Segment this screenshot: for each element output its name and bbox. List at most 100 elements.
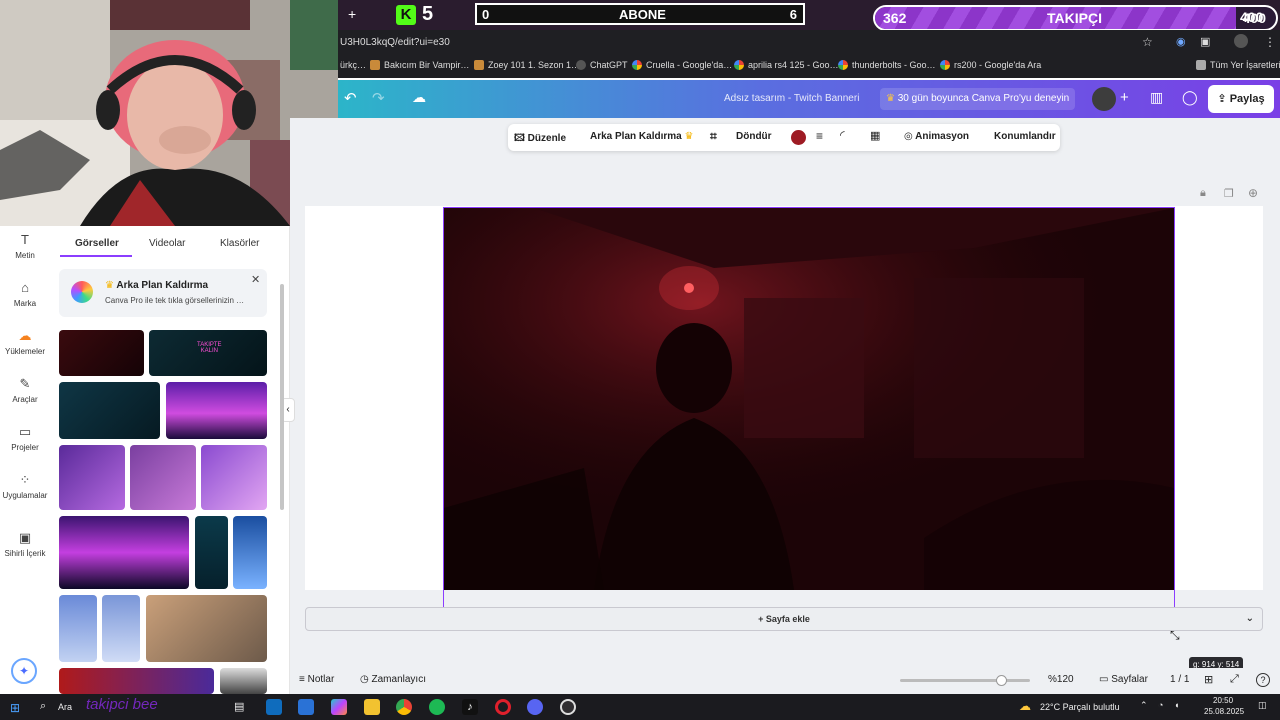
border-style-icon[interactable]: ≡: [816, 129, 823, 143]
promo-card[interactable]: ♛ Arka Plan Kaldırma Canva Pro ile tek t…: [59, 269, 267, 317]
undo-icon[interactable]: ↶: [344, 89, 357, 107]
chrome-icon[interactable]: [396, 699, 412, 715]
image-thumb[interactable]: [59, 516, 189, 589]
redo-icon[interactable]: ↷: [372, 89, 385, 107]
tiktok-icon[interactable]: ♪: [462, 699, 478, 715]
close-icon[interactable]: ✕: [251, 273, 260, 286]
rail-magic[interactable]: ▣ Sihirli İçerik: [0, 530, 50, 558]
edit-image-button[interactable]: 🖾 Düzenle: [514, 131, 566, 148]
image-thumb[interactable]: [201, 445, 267, 510]
crop-icon[interactable]: ⌗: [710, 129, 717, 144]
search-label[interactable]: Ara: [58, 702, 72, 712]
duplicate-page-icon[interactable]: ❐: [1224, 187, 1234, 200]
comment-icon[interactable]: ◯: [1182, 89, 1198, 106]
image-thumb[interactable]: [195, 516, 228, 589]
weather-text[interactable]: 22°C Parçalı bulutlu: [1040, 702, 1120, 712]
user-avatar[interactable]: [1092, 87, 1116, 111]
image-thumb[interactable]: [59, 595, 97, 662]
obs-icon[interactable]: [560, 699, 576, 715]
image-thumb[interactable]: [59, 330, 144, 376]
star-icon[interactable]: ☆: [1142, 35, 1153, 49]
bookmark-item[interactable]: Cruella - Google'da…: [632, 60, 732, 70]
task-view-icon[interactable]: ▤: [234, 700, 244, 713]
position-button[interactable]: Konumlandır: [994, 131, 1056, 142]
animate-button[interactable]: ◎ Animasyon: [904, 131, 969, 142]
search-icon[interactable]: ⌕: [40, 700, 46, 713]
zoom-slider[interactable]: [900, 675, 1030, 686]
color-swatch[interactable]: [791, 130, 806, 145]
bookmark-item[interactable]: Bakıcım Bir Vampir…: [370, 60, 469, 70]
image-thumb[interactable]: [59, 445, 125, 510]
chevron-down-icon[interactable]: ⌄: [1246, 608, 1254, 630]
grid-view-icon[interactable]: ⊞: [1204, 673, 1213, 686]
menu-icon[interactable]: ⋮: [1264, 35, 1276, 49]
notes-button[interactable]: ≡ Notlar: [299, 674, 334, 685]
insights-icon[interactable]: ▥: [1150, 89, 1163, 106]
corner-rounding-icon[interactable]: ◜: [840, 128, 845, 142]
notification-icon[interactable]: ◫: [1258, 700, 1267, 711]
rotate-button[interactable]: Döndür: [736, 131, 772, 142]
help-icon[interactable]: ?: [1256, 673, 1270, 687]
bookmark-item[interactable]: aprilia rs4 125 - Goo…: [734, 60, 839, 70]
add-page-button[interactable]: + Sayfa ekle ⌄: [305, 607, 1263, 631]
tray-chevron-icon[interactable]: ⌃: [1140, 700, 1148, 711]
timer-button[interactable]: ◷ Zamanlayıcı: [360, 674, 426, 685]
bg-remove-button[interactable]: Arka Plan Kaldırma ♛: [590, 131, 693, 142]
copilot-icon[interactable]: [331, 699, 347, 715]
cloud-save-icon[interactable]: ☁: [412, 89, 426, 106]
image-thumb[interactable]: [220, 668, 267, 694]
bookmark-item[interactable]: ChatGPT: [576, 60, 628, 70]
image-thumb[interactable]: [102, 595, 140, 662]
transparency-icon[interactable]: ▦: [870, 129, 880, 142]
scrollbar[interactable]: [280, 284, 284, 510]
rail-uploads[interactable]: ☁ Yüklemeler: [0, 328, 50, 356]
rail-apps[interactable]: ⁘ Uygulamalar: [0, 472, 50, 500]
add-page-icon[interactable]: ⊕: [1248, 186, 1258, 200]
address-bar[interactable]: U3H0L3kqQ/edit?ui=e30 ☆ ◉ ▣ ⋮: [338, 30, 1280, 56]
rail-text[interactable]: T Metin: [0, 232, 50, 260]
banner-image[interactable]: [444, 208, 1174, 590]
discord-icon[interactable]: [527, 699, 543, 715]
rail-brand[interactable]: ⌂ Marka: [0, 280, 50, 308]
pages-button[interactable]: ▭ Sayfalar: [1099, 674, 1148, 685]
tab-folders[interactable]: Klasörler: [220, 238, 259, 249]
tab-images[interactable]: Görseller: [75, 238, 119, 249]
clock-date[interactable]: 25.08.2025: [1204, 707, 1244, 716]
clock-time[interactable]: 20:50: [1213, 696, 1233, 705]
image-thumb[interactable]: TAKIPTE KALIN: [149, 330, 267, 376]
image-thumb[interactable]: [130, 445, 196, 510]
bookmark-item[interactable]: Zoey 101 1. Sezon 1…: [474, 60, 580, 70]
zoom-slider-knob[interactable]: [996, 675, 1008, 686]
pro-trial-button[interactable]: ♛ 30 gün boyunca Canva Pro'yu deneyin: [880, 88, 1076, 110]
image-thumb[interactable]: [59, 668, 214, 694]
fullscreen-icon[interactable]: ⤢: [1230, 673, 1239, 686]
all-bookmarks[interactable]: Tüm Yer İşaretleri: [1196, 60, 1280, 70]
opera-icon[interactable]: [495, 699, 511, 715]
add-collaborator-icon[interactable]: +: [1120, 89, 1129, 106]
image-thumb[interactable]: [146, 595, 267, 662]
bookmark-item[interactable]: rs200 - Google'da Ara: [940, 60, 1041, 70]
lock-icon[interactable]: 🔒︎: [1200, 187, 1206, 200]
wifi-icon[interactable]: ◔: [1158, 700, 1163, 710]
outlook-icon[interactable]: [266, 699, 282, 715]
zoom-level[interactable]: %120: [1048, 674, 1074, 685]
magic-assistant-icon[interactable]: ✦: [11, 658, 37, 684]
tab-videos[interactable]: Videolar: [149, 238, 186, 249]
extension-icon[interactable]: ◉: [1176, 35, 1186, 48]
bookmark-item[interactable]: ürkç…: [340, 60, 366, 70]
file-explorer-icon[interactable]: [364, 699, 380, 715]
rail-projects[interactable]: ▭ Projeler: [0, 424, 50, 452]
new-tab-icon[interactable]: +: [348, 6, 356, 22]
store-icon[interactable]: [298, 699, 314, 715]
design-title[interactable]: Adsız tasarım - Twitch Banneri: [724, 93, 859, 104]
url-text[interactable]: U3H0L3kqQ/edit?ui=e30: [340, 37, 450, 48]
volume-icon[interactable]: ◖: [1174, 700, 1179, 710]
image-thumb[interactable]: [59, 382, 160, 439]
profile-icon[interactable]: [1234, 34, 1248, 48]
image-thumb[interactable]: [166, 382, 267, 439]
puzzle-icon[interactable]: ▣: [1200, 35, 1210, 48]
image-thumb[interactable]: [233, 516, 267, 589]
windows-start-icon[interactable]: ⊞: [10, 701, 20, 715]
bookmark-item[interactable]: thunderbolts - Goo…: [838, 60, 936, 70]
rail-tools[interactable]: ✎ Araçlar: [0, 376, 50, 404]
